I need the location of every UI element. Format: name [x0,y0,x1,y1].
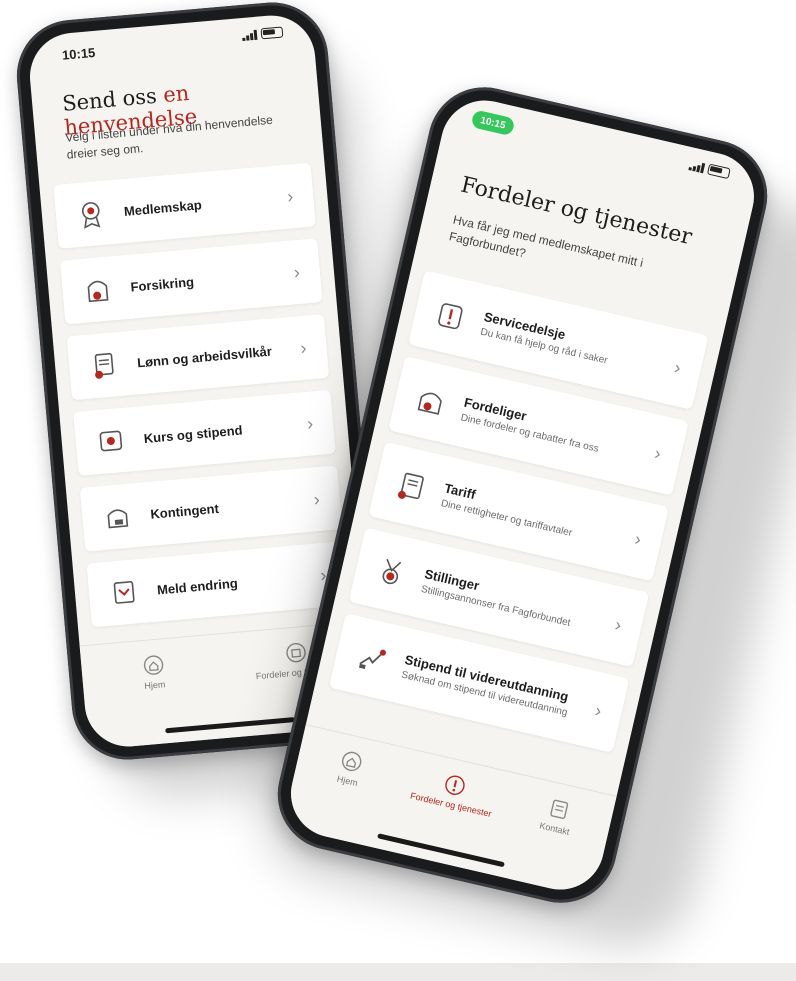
status-bar: 10:15 [26,12,315,81]
tariff-document-icon [391,466,432,507]
list-item-label: Kurs og stipend [143,422,243,446]
tab-home[interactable]: Hjem [302,741,398,796]
signal-icon [242,29,258,41]
contact-icon [550,799,568,819]
battery-icon [260,26,284,40]
payment-icon [99,498,136,535]
benefits-card-icon [410,381,451,422]
report-change-icon [106,574,143,611]
list-item-salary[interactable]: Lønn og arbeidsvilkår › [66,313,330,401]
membership-badge-icon [73,195,110,232]
topic-list: Medlemskap › Forsikring › Lønn og arbeid… [53,162,350,640]
list-item-course[interactable]: Kurs og stipend › [73,389,336,476]
chevron-right-icon: › [292,261,301,282]
course-badge-icon [92,423,129,460]
chevron-right-icon: › [299,337,308,358]
tab-home[interactable]: Hjem [107,650,200,694]
insurance-icon [79,271,116,308]
home-icon [342,751,362,772]
list-item-label: Lønn og arbeidsvilkår [136,343,273,370]
chevron-right-icon: › [306,412,314,434]
status-pill: 10:15 [470,109,516,137]
bottom-strip [0,963,796,981]
salary-document-icon [86,347,123,384]
system-icons [242,26,284,41]
battery-icon [706,163,731,180]
list-item-label: Forsikring [129,273,195,295]
list-item-payment[interactable]: Kontingent › [79,465,343,552]
list-item-label: Kontingent [149,500,220,522]
system-icons [688,159,731,180]
home-icon [143,655,163,675]
tab-label: Hjem [335,773,359,789]
chevron-right-icon: › [286,185,295,207]
service-icon [430,295,471,336]
tab-label: Kontakt [538,820,571,838]
signal-icon [688,160,706,173]
benefits-icon [445,775,466,796]
status-time: 10:15 [61,44,96,63]
chevron-right-icon: › [312,488,321,509]
medal-icon [371,552,412,593]
tab-contact[interactable]: Kontakt [510,788,606,843]
education-icon [351,638,392,679]
list-item-label: Meld endring [156,575,239,598]
list-item-insurance[interactable]: Forsikring › [59,238,323,325]
tab-benefits[interactable]: Fordeler og tjenester [406,765,502,820]
benefits-list: Servicedelsje Du kan få hjelp og råd i s… [326,270,709,764]
list-item-membership[interactable]: Medlemskap › [53,162,316,249]
tab-label: Hjem [143,679,166,691]
list-item-label: Medlemskap [123,196,203,219]
